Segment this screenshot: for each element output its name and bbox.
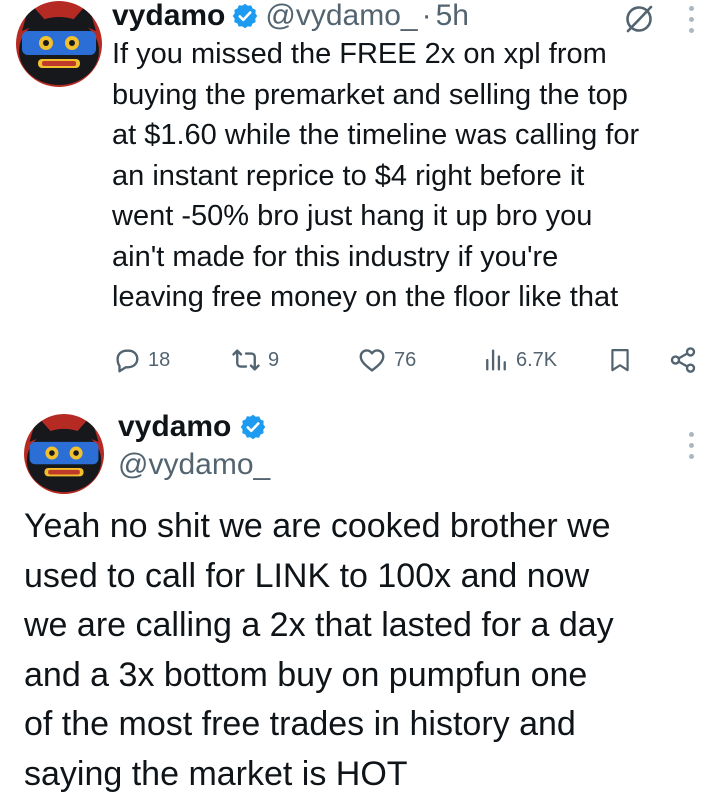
repost-icon <box>232 349 260 371</box>
heart-icon <box>359 349 385 372</box>
avatar-image <box>16 1 102 87</box>
like-count: 76 <box>394 348 417 371</box>
repost-button[interactable]: 9 <box>230 340 279 380</box>
reply-count: 18 <box>148 348 171 371</box>
avatar-image <box>24 414 104 494</box>
tweet-main[interactable]: vydamo @vydamo_ Yeah no shit we are cook… <box>0 392 720 800</box>
author-handle[interactable]: @vydamo_ <box>265 0 417 32</box>
like-button[interactable]: 76 <box>356 340 416 380</box>
timestamp[interactable]: 5h <box>436 0 469 32</box>
tweet-header: vydamo @vydamo_ · 5h <box>112 0 469 36</box>
author-name[interactable]: vydamo <box>118 410 231 444</box>
tweet-reply[interactable]: vydamo @vydamo_ · 5h If you missed the FRE… <box>0 0 720 392</box>
verified-badge-icon <box>231 2 259 30</box>
repost-count: 9 <box>268 348 280 371</box>
bookmark-button[interactable] <box>606 340 634 380</box>
tweet-text: If you missed the FREE 2x on xpl from bu… <box>112 38 640 313</box>
more-options-icon[interactable] <box>686 6 696 36</box>
more-options-icon[interactable] <box>686 432 696 462</box>
bookmark-icon <box>611 348 629 372</box>
views-chart-icon <box>486 349 506 371</box>
tweet-actions: 18 9 76 6.7K <box>112 340 712 380</box>
avatar[interactable] <box>24 414 104 494</box>
reply-button[interactable]: 18 <box>112 340 170 380</box>
verified-badge-icon <box>239 413 267 441</box>
views-button[interactable]: 6.7K <box>482 340 557 380</box>
reply-icon <box>116 349 139 373</box>
share-button[interactable] <box>668 340 698 380</box>
views-count: 6.7K <box>516 348 558 371</box>
share-icon <box>670 347 696 373</box>
author-name[interactable]: vydamo <box>112 0 225 33</box>
separator-dot: · <box>421 0 432 32</box>
avatar[interactable] <box>16 1 102 87</box>
tweet-header: vydamo <box>118 410 267 444</box>
grok-icon[interactable] <box>622 2 656 36</box>
author-handle[interactable]: @vydamo_ <box>118 448 270 482</box>
tweet-text: Yeah no shit we are cooked brother we us… <box>24 507 614 793</box>
